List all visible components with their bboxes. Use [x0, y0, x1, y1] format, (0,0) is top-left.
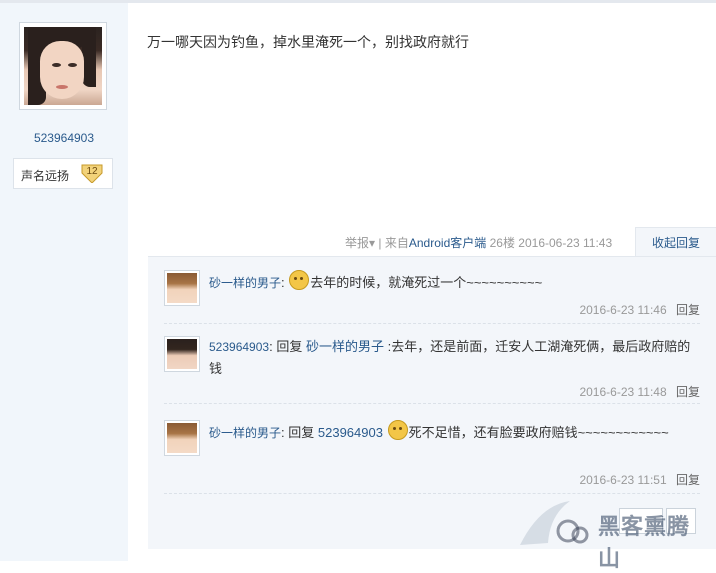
reply-divider: [164, 403, 700, 404]
emoji-icon: [387, 420, 408, 440]
post-content: 万一哪天因为钓鱼，掉水里淹死一个，别找政府就行: [147, 34, 469, 50]
rank-level-number: 12: [86, 166, 98, 177]
rank-level-icon: 12: [80, 163, 104, 184]
reply-time: 2016-6-23 11:46: [579, 303, 667, 317]
client-link[interactable]: Android客户端: [409, 236, 486, 250]
reply-page-button[interactable]: [666, 508, 696, 534]
reply-username[interactable]: 砂一样的男子: [209, 276, 281, 290]
author-username[interactable]: 523964903: [0, 131, 128, 145]
reply-username[interactable]: 523964903: [209, 340, 269, 354]
floor-number: 26楼: [489, 236, 515, 250]
reply-button[interactable]: 回复: [676, 385, 700, 399]
reply-input-button[interactable]: [619, 508, 663, 534]
reply-time: 2016-6-23 11:48: [579, 385, 667, 399]
reply-divider: [164, 323, 700, 324]
reply-prefix: 回复: [276, 339, 303, 354]
reply-avatar[interactable]: [164, 336, 200, 372]
post-meta: 举报▾ | 来自Android客户端 26楼 2016-06-23 11:43: [345, 234, 612, 251]
reply-text: 砂一样的男子: 去年的时候，就淹死过一个~~~~~~~~~~: [209, 270, 699, 294]
reply-text: 523964903: 回复 砂一样的男子 :去年，还是前面，迁安人工湖淹死俩，最…: [209, 339, 691, 376]
reply-button[interactable]: 回复: [676, 473, 700, 487]
reply-footer: 2016-6-23 11:46 回复: [579, 301, 700, 318]
emoji-icon: [289, 270, 310, 290]
reply-footer: 2016-6-23 11:51 回复: [579, 471, 700, 488]
report-link[interactable]: 举报▾: [345, 236, 375, 250]
reply-target-user[interactable]: 砂一样的男子: [306, 339, 384, 354]
reply-footer: 2016-6-23 11:48 回复: [579, 383, 700, 400]
reply-prefix: 回复: [288, 425, 315, 440]
author-avatar[interactable]: [19, 22, 107, 110]
reply-button[interactable]: 回复: [676, 303, 700, 317]
post-date: 2016-06-23 11:43: [518, 236, 613, 250]
meta-separator: |: [378, 236, 382, 250]
rank-label: 声名远扬: [21, 169, 70, 183]
reply-target-user[interactable]: 523964903: [318, 425, 383, 440]
reply-text: 砂一样的男子: 回复 523964903 死不足惜，还有脸要政府赔钱~~~~~~…: [209, 420, 699, 444]
reply-avatar[interactable]: [164, 270, 200, 306]
client-prefix: 来自: [384, 236, 409, 250]
reply-list: 砂一样的男子: 去年的时候，就淹死过一个~~~~~~~~~~ 2016-6-23…: [148, 256, 716, 549]
reply-avatar[interactable]: [164, 420, 200, 456]
reply-body: 死不足惜，还有脸要政府赔钱~~~~~~~~~~~~: [408, 425, 669, 440]
reply-username[interactable]: 砂一样的男子: [209, 426, 281, 440]
reply-time: 2016-6-23 11:51: [579, 473, 667, 487]
author-rank-badge[interactable]: 声名远扬 12: [13, 158, 113, 189]
collapse-replies-button[interactable]: 收起回复: [635, 227, 716, 258]
reply-body: 去年的时候，就淹死过一个~~~~~~~~~~: [310, 275, 543, 290]
reply-divider: [164, 493, 700, 494]
